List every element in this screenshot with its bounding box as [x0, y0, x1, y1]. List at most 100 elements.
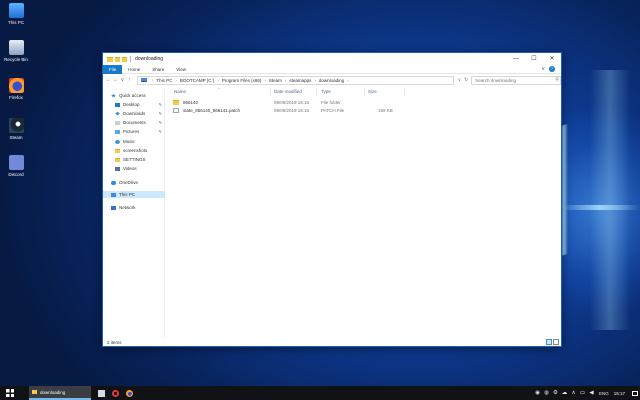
- nav-item-settings[interactable]: SETTINGS: [103, 156, 165, 163]
- file-type: PATCH File: [321, 108, 345, 113]
- this-pc-icon: [140, 78, 147, 82]
- breadcrumb-program-files[interactable]: Program Files (x86): [222, 78, 262, 83]
- file-explorer-window: downloading — ☐ ✕ File Home Share View ∨…: [102, 52, 562, 347]
- clock[interactable]: 15:17: [614, 391, 625, 396]
- column-header-size[interactable]: Size: [368, 89, 377, 94]
- breadcrumb-this-pc[interactable]: This PC: [156, 78, 172, 83]
- breadcrumb-steamapps[interactable]: steamapps: [289, 78, 311, 83]
- wallpaper-light-beam: [560, 205, 640, 210]
- nav-item-desktop[interactable]: Desktop ✎: [103, 101, 165, 108]
- address-row: ← → ∨ ↑ › This PC › BOOTCAMP (C:) › Prog…: [103, 74, 561, 86]
- quick-access-new-folder-icon[interactable]: [122, 56, 127, 62]
- column-header-name[interactable]: Name: [174, 89, 186, 94]
- nav-item-network[interactable]: Network: [103, 204, 165, 211]
- breadcrumb-bootcamp[interactable]: BOOTCAMP (C:): [180, 78, 214, 83]
- minimize-button[interactable]: —: [507, 53, 525, 65]
- network-icon: [111, 205, 116, 210]
- nav-item-quick-access[interactable]: Quick access: [103, 92, 165, 99]
- address-bar[interactable]: › This PC › BOOTCAMP (C:) › Program File…: [136, 75, 454, 85]
- nav-item-onedrive[interactable]: OneDrive: [103, 179, 165, 186]
- desktop: This PC Recycle Bin Firefox Steam Discor…: [0, 0, 640, 386]
- help-icon[interactable]: ?: [549, 66, 555, 72]
- desktop-icon-firefox[interactable]: Firefox: [3, 78, 29, 100]
- back-button[interactable]: ←: [105, 77, 112, 83]
- column-header-type[interactable]: Type: [321, 89, 331, 94]
- details-view-icon[interactable]: [546, 339, 552, 345]
- desktop-icon-discord[interactable]: Discord: [3, 155, 29, 177]
- nav-item-this-pc[interactable]: This PC: [103, 191, 165, 198]
- nav-item-videos[interactable]: Videos: [103, 165, 165, 172]
- nav-item-downloads[interactable]: Downloads ✎: [103, 110, 165, 117]
- nav-item-label: Videos: [123, 166, 137, 171]
- file-name: state_866140_866141.patch: [183, 108, 241, 113]
- maximize-button[interactable]: ☐: [525, 53, 543, 65]
- desktop-icon-label: Steam: [9, 135, 23, 140]
- action-center-button[interactable]: [630, 386, 640, 400]
- tab-view[interactable]: View: [170, 65, 192, 74]
- large-icons-view-icon[interactable]: [553, 339, 559, 345]
- column-header-date-modified[interactable]: Date modified: [274, 89, 302, 94]
- window-title: downloading: [135, 56, 164, 62]
- breadcrumb-steam[interactable]: Steam: [269, 78, 282, 83]
- status-bar: 2 items: [103, 338, 561, 346]
- address-dropdown-icon[interactable]: ∨: [458, 77, 461, 83]
- network-tray-icon[interactable]: ▭: [578, 386, 587, 400]
- firefox-icon: [125, 389, 133, 397]
- pin-icon: ✎: [158, 120, 162, 125]
- desktop-icon-label: Firefox: [9, 95, 23, 100]
- file-date-modified: 09/06/2019 15:16: [274, 100, 310, 105]
- file-list: ^ Name Date modified Type Size 866140 09…: [166, 86, 561, 338]
- up-button[interactable]: ↑: [126, 77, 133, 83]
- onedrive-icon: [111, 180, 116, 185]
- taskbar-item-explorer[interactable]: downloading: [29, 386, 91, 400]
- expand-ribbon-chevron-icon[interactable]: ∨: [541, 66, 545, 72]
- column-divider[interactable]: [404, 88, 405, 96]
- search-input[interactable]: [475, 77, 556, 83]
- taskbar-pinned-mail[interactable]: [94, 386, 108, 400]
- volume-tray-icon[interactable]: ◀: [587, 386, 596, 400]
- onedrive-tray-icon[interactable]: ☁: [560, 386, 569, 400]
- nav-item-documents[interactable]: Documents ✎: [103, 119, 165, 126]
- nav-item-pictures[interactable]: Pictures ✎: [103, 128, 165, 135]
- close-button[interactable]: ✕: [543, 53, 561, 65]
- tab-home[interactable]: Home: [122, 65, 146, 74]
- nav-item-label: Pictures: [123, 129, 140, 134]
- language-indicator[interactable]: ENG: [599, 391, 609, 396]
- nav-item-screenshots[interactable]: screenshots: [103, 147, 165, 154]
- start-button[interactable]: [0, 386, 20, 400]
- breadcrumb-separator: ›: [151, 77, 154, 83]
- desktop-icon-label: Discord: [8, 172, 24, 177]
- folder-icon: [173, 100, 179, 105]
- recent-locations-button[interactable]: ∨: [119, 77, 126, 83]
- steam-tray-icon[interactable]: ◉: [533, 386, 542, 400]
- column-divider[interactable]: [364, 88, 365, 96]
- show-hidden-icons-chevron-icon[interactable]: ∧: [569, 386, 578, 400]
- folder-icon: [115, 148, 120, 153]
- breadcrumb-separator: ›: [175, 77, 177, 83]
- title-bar[interactable]: downloading — ☐ ✕: [103, 53, 561, 65]
- tab-file[interactable]: File: [103, 64, 123, 74]
- file-name: 866140: [183, 100, 199, 105]
- breadcrumb-downloading[interactable]: downloading: [319, 78, 344, 83]
- forward-button[interactable]: →: [112, 77, 119, 83]
- column-divider[interactable]: [270, 88, 271, 96]
- column-divider[interactable]: [316, 88, 317, 96]
- quick-access-properties-icon[interactable]: [115, 56, 120, 62]
- desktop-icon-this-pc[interactable]: This PC: [3, 3, 29, 25]
- taskbar-pinned-firefox[interactable]: [122, 386, 136, 400]
- tab-share[interactable]: Share: [146, 65, 170, 74]
- nav-item-music[interactable]: Music: [103, 138, 165, 145]
- desktop-icon-recycle-bin[interactable]: Recycle Bin: [3, 40, 29, 62]
- nav-item-label: OneDrive: [119, 180, 139, 185]
- settings-tray-icon[interactable]: ⚙: [551, 386, 560, 400]
- discord-tray-icon[interactable]: ◍: [542, 386, 551, 400]
- file-row[interactable]: state_866140_866141.patch 09/06/2019 15:…: [166, 107, 563, 114]
- search-box[interactable]: ⚲: [471, 75, 561, 85]
- navigation-pane: Quick access Desktop ✎ Downloads ✎ Docum…: [103, 89, 165, 338]
- desktop-icon-steam[interactable]: Steam: [3, 118, 29, 140]
- nav-item-label: SETTINGS: [123, 157, 146, 162]
- refresh-button[interactable]: ↻: [464, 77, 468, 83]
- breadcrumb-separator: ›: [264, 77, 266, 83]
- file-row[interactable]: 866140 09/06/2019 15:16 File folder: [166, 99, 563, 106]
- taskbar-pinned-opera[interactable]: [108, 386, 122, 400]
